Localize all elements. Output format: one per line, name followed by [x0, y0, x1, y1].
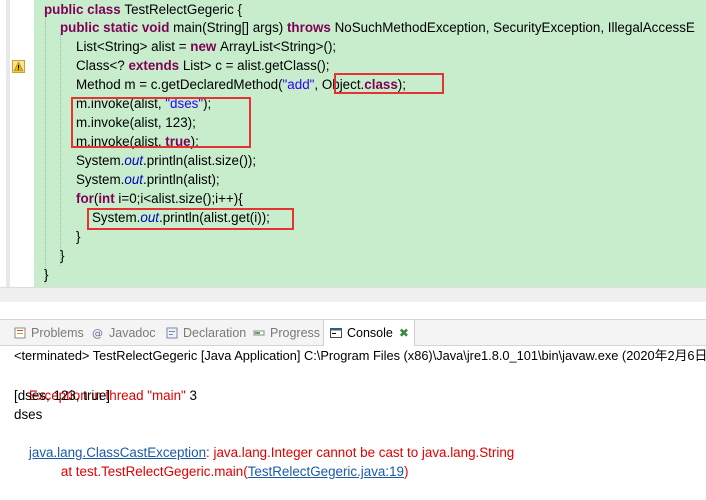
- warning-icon[interactable]: [12, 60, 25, 73]
- code-line-print-size[interactable]: System.out.println(alist.size());: [76, 151, 256, 170]
- stack-suffix: ): [404, 464, 409, 479]
- code-line-close-class[interactable]: }: [44, 265, 48, 284]
- code-token: "add": [282, 77, 315, 92]
- code-token: out: [124, 172, 143, 187]
- console-stack-line: at test.TestRelectGegeric.main(TestRelec…: [46, 443, 409, 479]
- code-token: }: [60, 248, 65, 263]
- tab-label: Javadoc: [109, 326, 156, 340]
- problems-icon: [14, 327, 26, 339]
- at-sign-icon: @: [92, 327, 103, 339]
- code-line-close-for[interactable]: }: [76, 227, 80, 246]
- code-token: throws: [286, 20, 335, 35]
- code-token: main(String[] args): [173, 20, 287, 35]
- code-token: static: [103, 20, 142, 35]
- code-token: public: [44, 2, 88, 17]
- code-token: List<String> alist =: [76, 39, 191, 54]
- code-token: i=0;i<alist.size();i++){: [118, 191, 243, 206]
- code-token: new: [190, 39, 221, 54]
- code-token: for: [76, 191, 94, 206]
- declaration-icon: [166, 327, 178, 339]
- code-line-print-list[interactable]: System.out.println(alist);: [76, 170, 220, 189]
- indent-guide: [45, 16, 46, 284]
- progress-icon: [253, 330, 265, 336]
- highlight-box-invoke-calls: [71, 97, 251, 148]
- svg-text:@: @: [92, 327, 103, 339]
- code-line-close-main[interactable]: }: [60, 246, 64, 265]
- code-token: NoSuchMethodException, SecurityException…: [334, 20, 695, 35]
- tab-console[interactable]: Console ✖: [323, 320, 415, 347]
- code-line-class-var[interactable]: Class<? extends List> c = alist.getClass…: [76, 56, 329, 75]
- tab-label: Problems: [31, 326, 84, 340]
- code-token: Method m = c.getDeclaredMethod(: [76, 77, 283, 92]
- tab-problems[interactable]: Problems: [14, 320, 84, 346]
- console-header: <terminated> TestRelectGegeric [Java App…: [14, 348, 706, 363]
- code-token: Class<?: [76, 58, 129, 73]
- tab-declaration[interactable]: Declaration: [166, 320, 246, 346]
- tab-progress[interactable]: Progress: [253, 320, 320, 346]
- tab-javadoc[interactable]: @ Javadoc: [92, 320, 156, 346]
- code-line-list-decl[interactable]: List<String> alist = new ArrayList<Strin…: [76, 37, 336, 56]
- code-token: public: [60, 20, 104, 35]
- stack-prefix: at test.TestRelectGegeric.main(: [60, 464, 248, 479]
- code-token: System.: [76, 153, 125, 168]
- code-token: out: [124, 153, 143, 168]
- code-editor[interactable]: public class TestRelectGegeric {public s…: [0, 0, 706, 302]
- code-line-main-decl[interactable]: public static void main(String[] args) t…: [60, 18, 695, 37]
- exception-value: 3: [189, 388, 197, 403]
- code-token: List> c = alist.getClass();: [182, 58, 330, 73]
- code-token: ArrayList<String>();: [220, 39, 337, 54]
- stack-source-link[interactable]: TestRelectGegeric.java:19: [248, 464, 404, 479]
- code-token: .println(alist);: [143, 172, 220, 187]
- console-exception-line: Exception in thread "main" 3: [14, 367, 197, 403]
- code-token: }: [76, 229, 81, 244]
- console-output-list: [dses, 123, true]: [14, 388, 111, 403]
- indent-guide: [60, 34, 61, 266]
- console-icon: [330, 328, 342, 338]
- code-token: class: [87, 2, 125, 17]
- code-line-class-decl[interactable]: public class TestRelectGegeric {: [44, 0, 242, 19]
- code-token: void: [141, 20, 174, 35]
- console-output[interactable]: <terminated> TestRelectGegeric [Java App…: [0, 346, 706, 480]
- code-token: .println(alist.size());: [143, 153, 257, 168]
- highlight-box-println-get: [87, 208, 294, 230]
- horizontal-scrollbar[interactable]: [0, 287, 706, 302]
- code-token: extends: [128, 58, 183, 73]
- view-tab-bar: Problems @ Javadoc Declaration Progress Conso…: [0, 319, 706, 347]
- tab-label: Declaration: [183, 326, 247, 340]
- tab-label: Progress: [270, 326, 321, 340]
- tab-label: Console: [347, 326, 393, 340]
- console-cce-line: java.lang.ClassCastException: java.lang.…: [14, 424, 514, 460]
- editor-ruler: [6, 0, 10, 302]
- highlight-box-object-class: [334, 73, 444, 94]
- code-token: TestRelectGegeric {: [124, 2, 242, 17]
- code-token: int: [98, 191, 119, 206]
- code-token: }: [44, 267, 49, 282]
- console-output-first: dses: [14, 407, 43, 422]
- code-line-for-loop[interactable]: for(int i=0;i<alist.size();i++){: [76, 189, 243, 208]
- close-tab-icon[interactable]: ✖: [399, 326, 409, 340]
- code-token: System.: [76, 172, 125, 187]
